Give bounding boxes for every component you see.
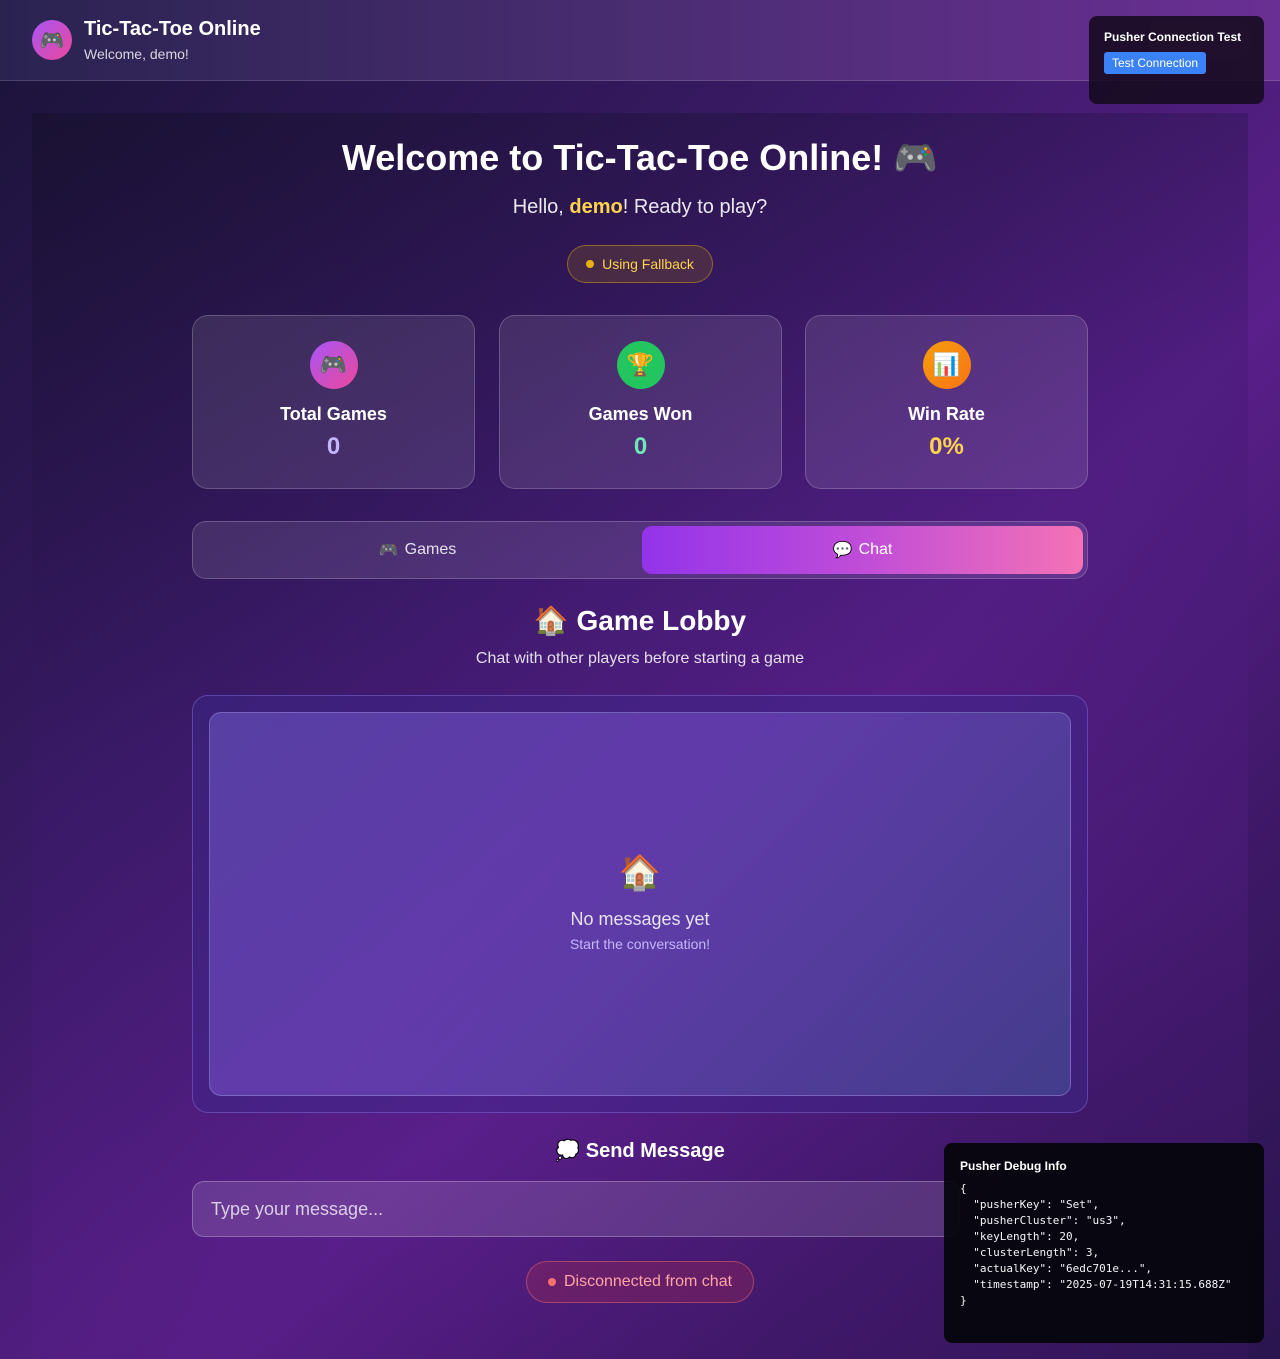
tab-chat-label: Chat — [858, 541, 893, 558]
tab-games-label: Games — [404, 541, 457, 558]
stat-value: 0% — [929, 433, 964, 460]
stat-card-total-games: 🎮 Total Games 0 — [192, 315, 475, 489]
stat-card-win-rate: 📊 Win Rate 0% — [805, 315, 1088, 489]
stat-value: 0 — [326, 433, 341, 460]
greeting-prefix: Hello, — [512, 196, 570, 218]
empty-state-title: No messages yet — [570, 909, 710, 929]
app-header: 🎮 Tic-Tac-Toe Online Welcome, demo! — [0, 0, 1280, 81]
gamepad-icon: 🎮 — [309, 341, 358, 389]
pusher-debug-panel: Pusher Debug Info { "pusherKey": "Set", … — [944, 1143, 1264, 1343]
greeting: Hello, demo! Ready to play? — [0, 196, 1280, 219]
tab-bar: 🎮 Games 💬 Chat — [192, 521, 1088, 579]
empty-state-subtitle: Start the conversation! — [569, 936, 711, 952]
debug-json: { "pusherKey": "Set", "pusherCluster": "… — [960, 1182, 1232, 1307]
house-icon: 🏠 — [618, 854, 662, 892]
chat-status-label: Disconnected from chat — [563, 1273, 733, 1290]
stat-card-games-won: 🏆 Games Won 0 — [499, 315, 782, 489]
chat-container: 🏠 No messages yet Start the conversation… — [192, 695, 1088, 1113]
bar-chart-icon: 📊 — [922, 341, 971, 389]
trophy-icon: 🏆 — [616, 341, 665, 389]
stat-label: Total Games — [280, 404, 387, 424]
status-dot-icon — [586, 260, 595, 268]
stat-value: 0 — [633, 433, 648, 460]
lobby-subtitle: Chat with other players before starting … — [475, 650, 805, 667]
chat-status-badge: Disconnected from chat — [526, 1261, 754, 1303]
speech-bubble-icon: 💬 — [832, 542, 853, 559]
test-connection-button[interactable]: Test Connection — [1104, 52, 1207, 74]
pusher-connection-test-panel: Pusher Connection Test Test Connection — [1089, 16, 1264, 104]
message-input[interactable] — [192, 1181, 960, 1237]
page-title: Welcome to Tic-Tac-Toe Online! 🎮 — [341, 137, 939, 178]
connection-status-label: Using Fallback — [602, 256, 694, 272]
app-title: Tic-Tac-Toe Online — [84, 18, 261, 40]
gamepad-icon: 🎮 — [378, 542, 399, 559]
tab-chat[interactable]: 💬 Chat — [642, 526, 1083, 574]
connection-status-badge: Using Fallback — [567, 245, 713, 283]
greeting-username: demo — [569, 196, 623, 218]
welcome-user-text: Welcome, demo! — [84, 46, 189, 62]
gamepad-logo-icon: 🎮 — [32, 20, 72, 60]
stat-label: Games Won — [588, 404, 693, 424]
status-dot-icon — [547, 1278, 556, 1286]
greeting-suffix: ! Ready to play? — [622, 196, 768, 218]
debug-title: Pusher Debug Info — [960, 1159, 1067, 1173]
tab-games[interactable]: 🎮 Games — [197, 526, 638, 574]
pusher-connection-test-title: Pusher Connection Test — [1104, 30, 1242, 44]
message-list[interactable]: 🏠 No messages yet Start the conversation… — [209, 712, 1071, 1096]
lobby-title: 🏠 Game Lobby — [533, 605, 747, 636]
stat-label: Win Rate — [908, 404, 985, 424]
